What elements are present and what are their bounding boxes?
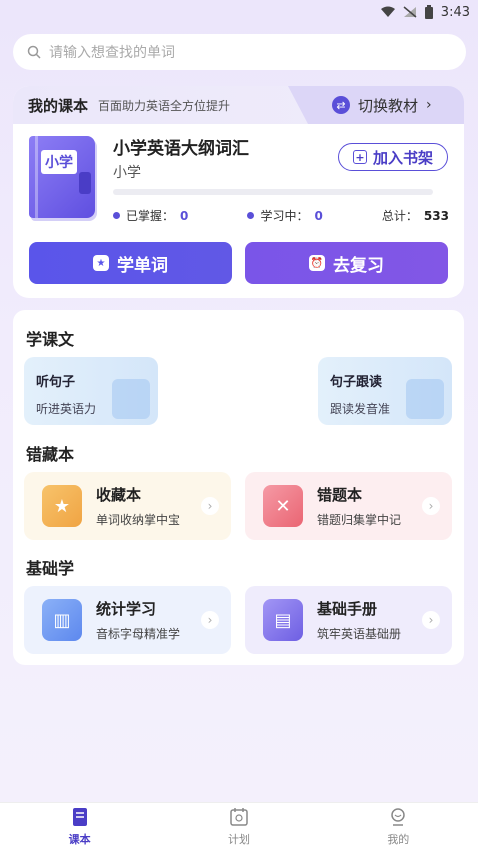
lessons-section-title: 学课文: [26, 330, 75, 349]
lesson-card-read-along[interactable]: 句子跟读 跟读发音准: [318, 357, 452, 425]
nav-label: 课本: [68, 832, 91, 846]
stat-total-label: 总计：: [381, 209, 418, 223]
stat-total: 总计： 533: [382, 207, 449, 224]
nav-label: 我的: [387, 832, 410, 846]
battery-icon: [424, 5, 433, 19]
book-cover-label: 小学: [41, 150, 77, 174]
nav-tab-profile[interactable]: 我的: [319, 803, 478, 850]
search-icon: [27, 45, 41, 59]
star-icon: ★: [93, 255, 109, 271]
book-strap: [79, 172, 91, 194]
book-cover[interactable]: 小学: [29, 136, 95, 218]
stat-mastered: 已掌握： 0: [113, 207, 188, 224]
feature-title: 基础手册: [317, 600, 378, 618]
chevron-right-icon: ›: [422, 497, 440, 515]
course-stats: 已掌握： 0 学习中： 0 总计： 533: [113, 207, 449, 224]
course-card: 我的课本 百面助力英语全方位提升 ⇄ 切换教材 › 小学 小学英语大纲词汇 小学…: [13, 86, 464, 298]
no-signal-icon: [403, 6, 417, 18]
basics-manual-card[interactable]: ▤ 基础手册 筑牢英语基础册 ›: [245, 586, 452, 654]
status-time: 3:43: [440, 4, 470, 20]
course-name: 小学英语大纲词汇: [113, 139, 249, 159]
feature-subtitle: 音标字母精准学: [96, 627, 181, 641]
stat-learning-label: 学习中：: [260, 209, 309, 223]
nav-tab-plan[interactable]: 计划: [159, 803, 318, 850]
star-book-icon: ★: [42, 485, 82, 527]
book-spine: [35, 136, 38, 218]
favorites-book-card[interactable]: ★ 收藏本 单词收纳掌中宝 ›: [24, 472, 231, 540]
speaker-person-icon: [112, 379, 150, 419]
statistics-learning-card[interactable]: ▥ 统计学习 音标字母精准学 ›: [24, 586, 231, 654]
profile-icon: [391, 807, 406, 826]
stat-learning-value: 0: [314, 208, 323, 223]
nav-tab-textbook[interactable]: 课本: [0, 803, 159, 850]
chevron-right-icon: ›: [201, 611, 219, 629]
bottom-nav: 课本 计划 我的: [0, 802, 478, 850]
dot-icon: [113, 212, 120, 219]
switch-textbook-label: 切换教材: [358, 96, 419, 115]
review-button[interactable]: ⏰ 去复习: [245, 242, 448, 284]
feature-subtitle: 单词收纳掌中宝: [96, 513, 181, 527]
stat-mastered-label: 已掌握：: [126, 209, 175, 223]
feature-title: 统计学习: [96, 600, 157, 618]
feature-title: 错题本: [317, 486, 363, 504]
stat-mastered-value: 0: [180, 208, 189, 223]
dot-icon: [247, 212, 255, 219]
wrongbook-section-title: 错藏本: [26, 445, 75, 464]
stat-total-value: 533: [423, 208, 449, 223]
progress-bar: [113, 189, 433, 195]
stat-learning: 学习中： 0: [247, 207, 323, 224]
course-header: 我的课本 百面助力英语全方位提升 ⇄ 切换教材 ›: [13, 86, 464, 124]
feature-subtitle: 错题归集掌中记: [317, 513, 402, 527]
basics-section-title: 基础学: [26, 559, 75, 578]
nav-label: 计划: [227, 832, 250, 846]
wifi-icon: [380, 6, 395, 17]
wrong-questions-book-card[interactable]: ✕ 错题本 错题归集掌中记 ›: [245, 472, 452, 540]
switch-icon: ⇄: [332, 96, 350, 114]
chevron-right-icon: ›: [201, 497, 219, 515]
add-to-shelf-button[interactable]: + 加入书架: [338, 143, 448, 171]
add-to-shelf-label: 加入书架: [372, 148, 433, 167]
plus-icon: +: [352, 150, 367, 164]
x-book-icon: ✕: [263, 485, 303, 527]
chevron-right-icon: ›: [422, 611, 440, 629]
review-label: 去复习: [333, 255, 384, 276]
learn-words-button[interactable]: ★ 学单词: [29, 242, 232, 284]
search-placeholder: 请输入想查找的单词: [49, 45, 175, 61]
text-edit-icon: [406, 379, 444, 419]
course-header-slogan: 百面助力英语全方位提升: [98, 98, 231, 113]
feature-title: 收藏本: [96, 486, 142, 504]
search-bar[interactable]: 请输入想查找的单词: [13, 34, 466, 70]
feature-subtitle: 筑牢英语基础册: [317, 627, 402, 641]
features-panel: 学课文 听句子 听进英语力 句子跟读 跟读发音准 错藏本 ★ 收藏本 单词收纳掌…: [13, 310, 464, 665]
book-icon: [72, 807, 87, 826]
alarm-icon: ⏰: [309, 255, 325, 271]
course-header-title: 我的课本: [28, 96, 89, 115]
chart-icon: ▥: [42, 599, 82, 641]
lesson-card-listen[interactable]: 听句子 听进英语力: [24, 357, 158, 425]
course-level: 小学: [113, 165, 141, 181]
chevron-right-icon: ›: [426, 97, 432, 113]
calendar-icon: [230, 807, 248, 826]
learn-words-label: 学单词: [117, 255, 168, 276]
status-bar: 3:43: [0, 0, 478, 24]
manual-icon: ▤: [263, 599, 303, 641]
switch-textbook-button[interactable]: ⇄ 切换教材 ›: [288, 86, 464, 124]
